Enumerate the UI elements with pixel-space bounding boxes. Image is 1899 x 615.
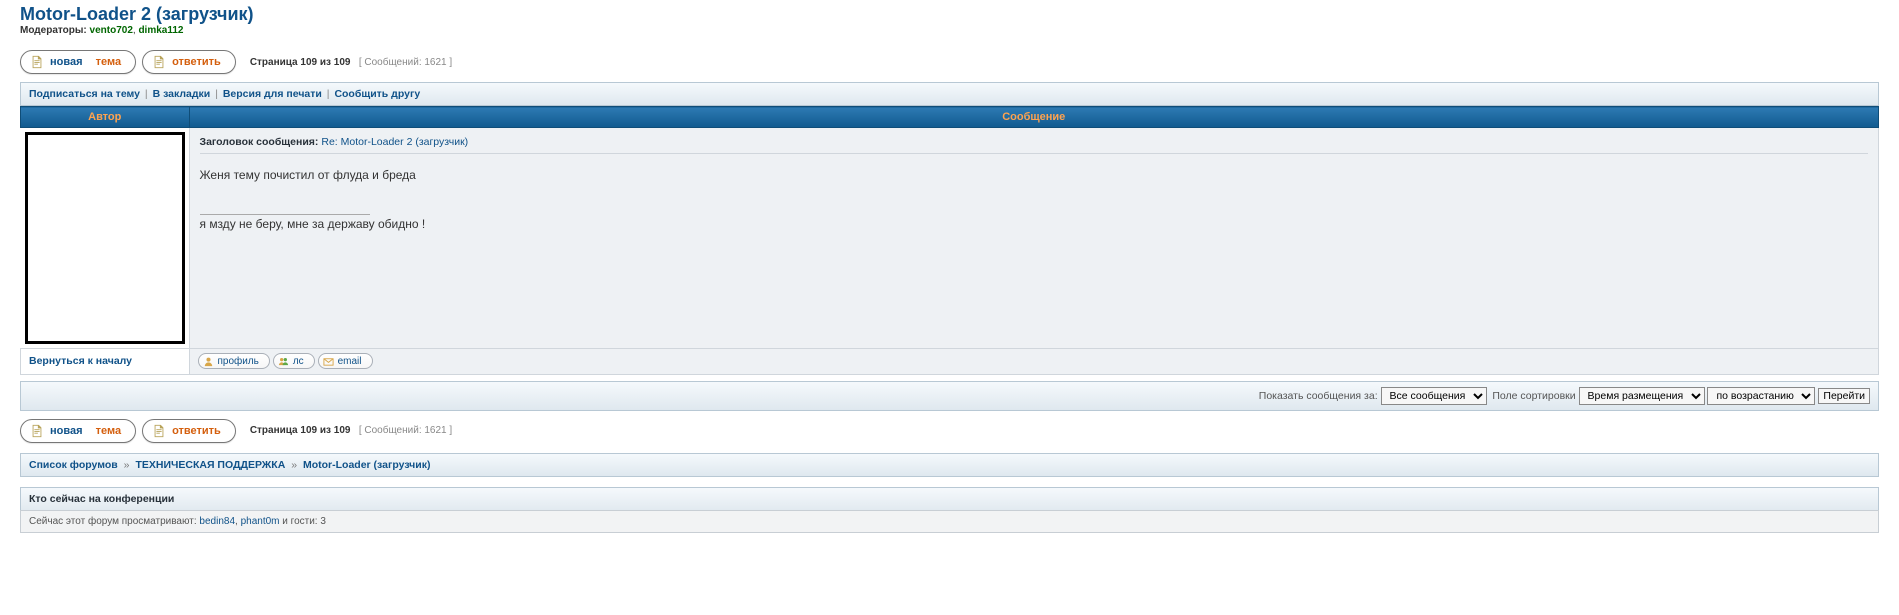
document-icon (151, 423, 167, 439)
bottom-buttons-bar: новая тема ответить Страница 109 из 109 … (20, 419, 1879, 443)
page-current: 109 (300, 57, 317, 68)
guests-label: и гости: (282, 516, 317, 527)
post-body: Женя тему почистил от флуда и бреда (200, 166, 1869, 184)
who-online-header: Кто сейчас на конференции (20, 487, 1879, 510)
back-to-top-link[interactable]: Вернуться к началу (29, 355, 132, 367)
new-topic-label-2: тема (96, 425, 121, 437)
table-header-row: Автор Сообщение (21, 107, 1879, 128)
page-total: 109 (334, 57, 351, 68)
email-friend-link[interactable]: Сообщить другу (334, 88, 420, 100)
document-icon (29, 423, 45, 439)
new-topic-button-bottom[interactable]: новая тема (20, 419, 136, 443)
new-topic-label-1: новая (50, 425, 83, 437)
topic-title-link[interactable]: Motor-Loader 2 (загрузчик) (20, 4, 254, 24)
profile-button-label: профиль (218, 356, 259, 367)
page-label: Страница (250, 425, 298, 436)
post-count-suffix: ] (449, 57, 452, 68)
sort-field-select[interactable]: Время размещения (1579, 387, 1705, 405)
author-cell (21, 128, 190, 349)
show-posts-label: Показать сообщения за: (1259, 389, 1378, 401)
envelope-icon (323, 355, 335, 367)
guests-count: 3 (320, 516, 326, 527)
pm-button-label: лс (293, 356, 304, 367)
reply-label: ответить (172, 425, 221, 437)
header-message: Сообщение (189, 107, 1879, 128)
posts-table: Автор Сообщение Заголовок сообщения: Re:… (20, 106, 1879, 375)
who-online-body: Сейчас этот форум просматривают: bedin84… (20, 510, 1879, 533)
post-subject-link[interactable]: Re: Motor-Loader 2 (загрузчик) (321, 136, 468, 148)
page-label: Страница (250, 57, 298, 68)
pagination-top: Страница 109 из 109 [ Сообщений: 1621 ] (250, 57, 452, 68)
post-cell: Заголовок сообщения: Re: Motor-Loader 2 … (189, 128, 1879, 349)
print-version-link[interactable]: Версия для печати (223, 88, 322, 100)
person-icon (203, 355, 215, 367)
period-select[interactable]: Все сообщения (1381, 387, 1487, 405)
signature-divider (200, 214, 370, 215)
document-icon (151, 54, 167, 70)
reply-button[interactable]: ответить (142, 50, 236, 74)
pagination-bottom: Страница 109 из 109 [ Сообщений: 1621 ] (250, 425, 452, 436)
breadcrumb: Список форумов » ТЕХНИЧЕСКАЯ ПОДДЕРЖКА »… (20, 453, 1879, 477)
moderator-link-2[interactable]: dimka112 (138, 25, 183, 36)
profile-button[interactable]: профиль (198, 353, 270, 369)
page-current: 109 (300, 425, 317, 436)
sort-direction-select[interactable]: по возрастанию (1707, 387, 1815, 405)
post-row: Заголовок сообщения: Re: Motor-Loader 2 … (21, 128, 1879, 349)
top-buttons-bar: новая тема ответить Страница 109 из 109 … (20, 50, 1879, 74)
subscribe-link[interactable]: Подписаться на тему (29, 88, 140, 100)
reply-label: ответить (172, 56, 221, 68)
post-count: 1621 (424, 425, 446, 436)
page-of: из (320, 57, 331, 68)
post-subject: Заголовок сообщения: Re: Motor-Loader 2 … (200, 136, 1869, 154)
display-options-bar: Показать сообщения за: Все сообщения Пол… (20, 381, 1879, 411)
breadcrumb-root[interactable]: Список форумов (29, 459, 118, 471)
online-user-2[interactable]: phant0m (241, 516, 280, 527)
bookmark-link[interactable]: В закладки (153, 88, 211, 100)
post-count: 1621 (424, 57, 446, 68)
new-topic-label-1: новая (50, 56, 83, 68)
document-icon (29, 54, 45, 70)
moderator-link-1[interactable]: vento702 (90, 25, 133, 36)
email-button[interactable]: email (318, 353, 373, 369)
moderators-line: Модераторы: vento702, dimka112 (20, 25, 1879, 36)
breadcrumb-category[interactable]: ТЕХНИЧЕСКАЯ ПОДДЕРЖКА (135, 459, 285, 471)
topic-actions-bar: Подписаться на тему | В закладки | Верси… (20, 82, 1879, 106)
pm-button[interactable]: лс (273, 353, 315, 369)
who-online-prefix: Сейчас этот форум просматривают: (29, 516, 197, 527)
email-button-label: email (338, 356, 362, 367)
people-icon (278, 355, 290, 367)
post-count-prefix: [ Сообщений: (359, 57, 422, 68)
post-count-prefix: [ Сообщений: (359, 425, 422, 436)
moderators-label: Модераторы: (20, 25, 87, 36)
page-total: 109 (334, 425, 351, 436)
signature-text: я мзду не беру, мне за державу обидно ! (200, 217, 1869, 231)
new-topic-label-2: тема (96, 56, 121, 68)
go-button[interactable] (1818, 388, 1870, 404)
back-to-top-cell: Вернуться к началу (21, 349, 190, 375)
reply-button-bottom[interactable]: ответить (142, 419, 236, 443)
topic-title: Motor-Loader 2 (загрузчик) (20, 4, 1879, 25)
post-footer-row: Вернуться к началу профиль лс email (21, 349, 1879, 375)
post-subject-label: Заголовок сообщения: (200, 136, 319, 148)
header-author: Автор (21, 107, 190, 128)
new-topic-button[interactable]: новая тема (20, 50, 136, 74)
sort-field-label: Поле сортировки (1492, 389, 1575, 401)
profile-buttons-cell: профиль лс email (189, 349, 1879, 375)
post-count-suffix: ] (449, 425, 452, 436)
page-of: из (320, 425, 331, 436)
online-user-1[interactable]: bedin84 (199, 516, 235, 527)
breadcrumb-forum[interactable]: Motor-Loader (загрузчик) (303, 459, 430, 471)
avatar (25, 132, 185, 344)
